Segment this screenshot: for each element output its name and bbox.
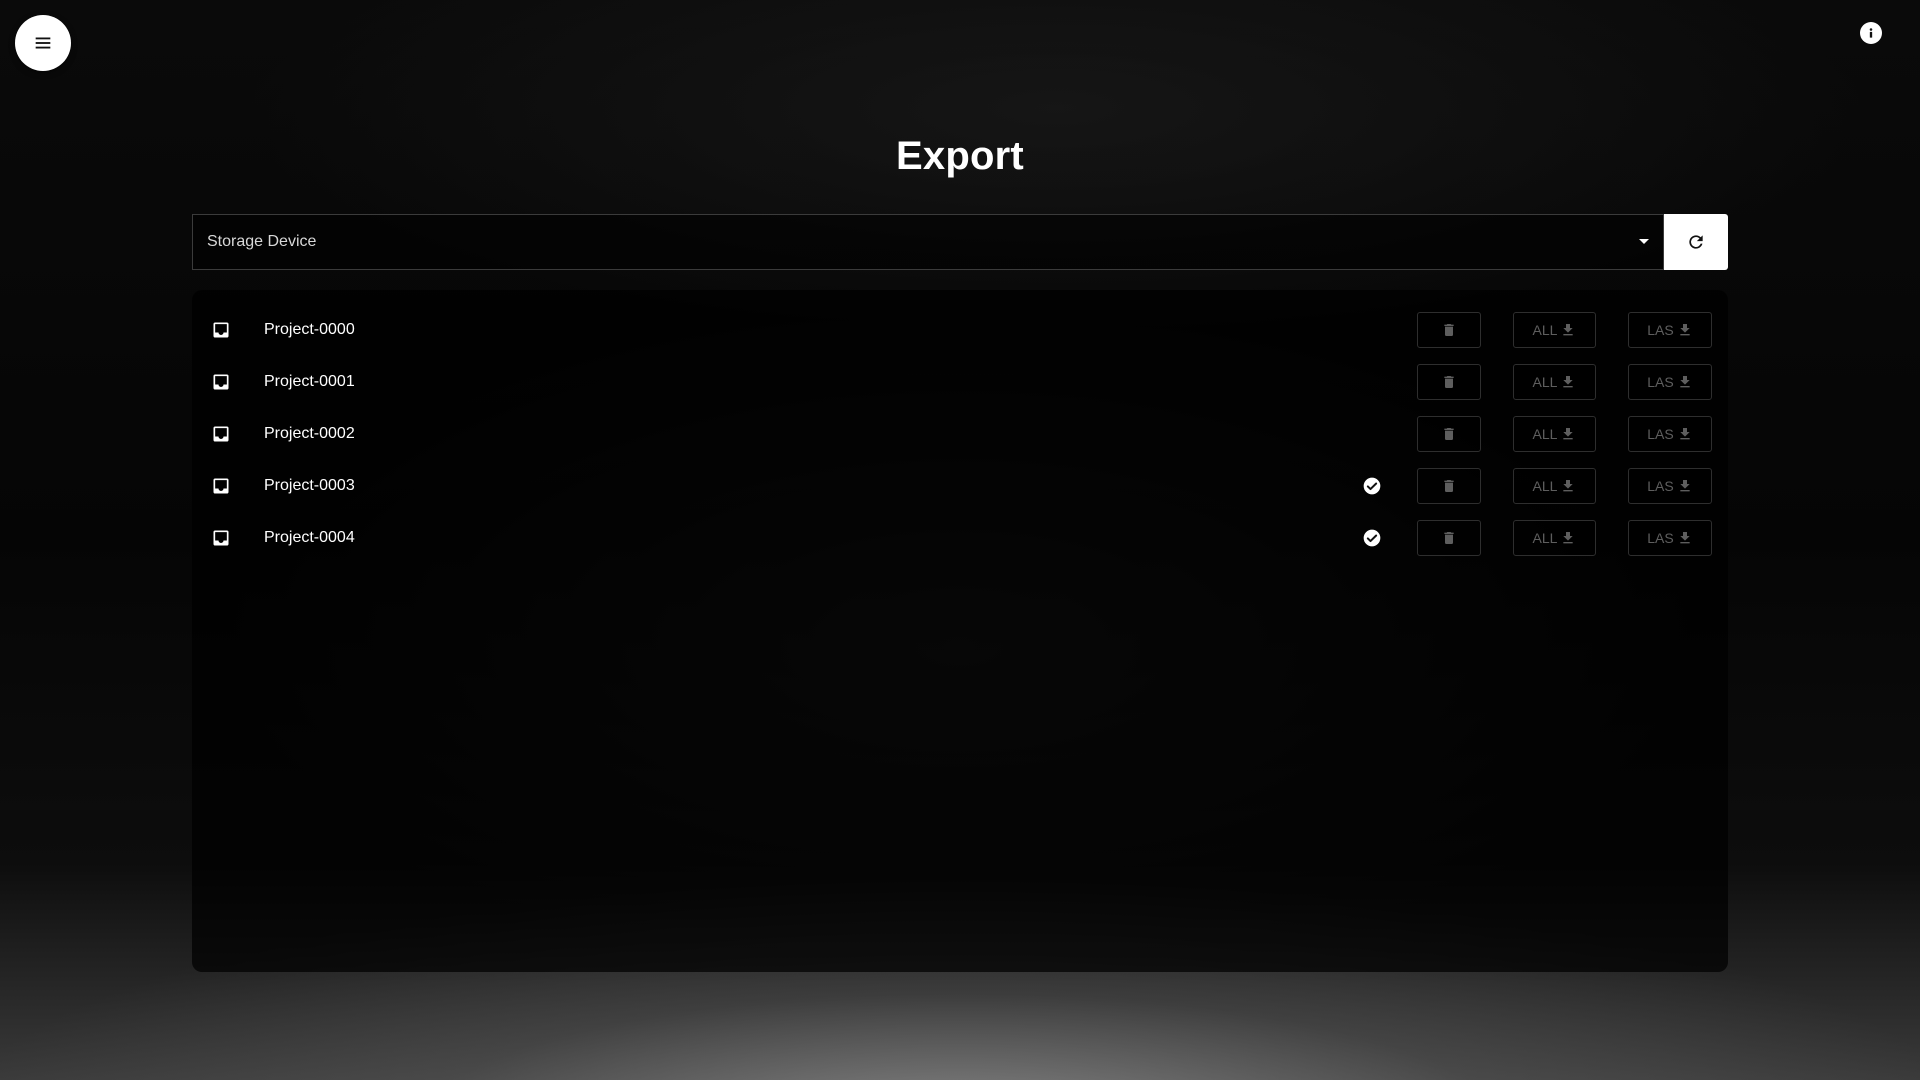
dropdown-caret-icon xyxy=(1639,239,1649,244)
download-icon xyxy=(1680,480,1690,492)
project-name[interactable]: Project-0004 xyxy=(264,512,355,564)
hamburger-menu-icon xyxy=(35,37,51,49)
storage-device-placeholder: Storage Device xyxy=(207,233,317,250)
trash-icon xyxy=(1444,428,1454,440)
download-icon xyxy=(1563,480,1574,492)
trash-icon xyxy=(1444,532,1454,544)
inbox-drive-icon xyxy=(213,322,229,338)
export-las-label: LAS xyxy=(1647,478,1674,494)
delete-project-button[interactable] xyxy=(1417,468,1481,504)
export-all-label: ALL xyxy=(1532,374,1558,390)
export-all-label: ALL xyxy=(1532,478,1558,494)
project-list: Project-0000 ALL LAS Project-0001 ALL LA… xyxy=(192,290,1728,972)
inbox-drive-icon xyxy=(213,478,229,494)
project-name[interactable]: Project-0000 xyxy=(264,304,355,356)
export-all-label: ALL xyxy=(1532,530,1558,546)
project-name[interactable]: Project-0003 xyxy=(264,460,355,512)
project-row-0: Project-0000 ALL LAS xyxy=(192,304,1728,356)
download-icon xyxy=(1563,532,1574,544)
download-icon xyxy=(1563,324,1574,336)
delete-project-button[interactable] xyxy=(1417,364,1481,400)
export-all-button[interactable]: ALL xyxy=(1513,468,1596,504)
refresh-icon xyxy=(1689,235,1703,249)
export-las-button[interactable]: LAS xyxy=(1628,416,1712,452)
export-las-label: LAS xyxy=(1647,322,1674,338)
download-icon xyxy=(1680,376,1690,388)
export-las-label: LAS xyxy=(1647,426,1674,442)
project-row-4: Project-0004 ALL LAS xyxy=(192,512,1728,564)
refresh-button[interactable] xyxy=(1664,214,1728,270)
export-all-label: ALL xyxy=(1532,322,1558,338)
project-row-3: Project-0003 ALL LAS xyxy=(192,460,1728,512)
page-title: Export xyxy=(896,134,1024,178)
download-icon xyxy=(1680,428,1690,440)
download-icon xyxy=(1563,376,1574,388)
trash-icon xyxy=(1444,324,1454,336)
delete-project-button[interactable] xyxy=(1417,312,1481,348)
export-las-label: LAS xyxy=(1647,530,1674,546)
trash-icon xyxy=(1444,376,1454,388)
inbox-drive-icon xyxy=(213,530,229,546)
export-all-button[interactable]: ALL xyxy=(1513,416,1596,452)
export-las-button[interactable]: LAS xyxy=(1628,312,1712,348)
export-all-button[interactable]: ALL xyxy=(1513,312,1596,348)
export-las-button[interactable]: LAS xyxy=(1628,468,1712,504)
check-circle-icon xyxy=(1363,477,1381,495)
storage-device-row: Storage Device xyxy=(192,214,1728,270)
trash-icon xyxy=(1444,480,1454,492)
project-name[interactable]: Project-0001 xyxy=(264,356,355,408)
project-row-1: Project-0001 ALL LAS xyxy=(192,356,1728,408)
delete-project-button[interactable] xyxy=(1417,520,1481,556)
export-las-button[interactable]: LAS xyxy=(1628,364,1712,400)
info-button[interactable] xyxy=(1860,22,1882,44)
inbox-drive-icon xyxy=(213,374,229,390)
check-circle-icon xyxy=(1363,529,1381,547)
export-las-label: LAS xyxy=(1647,374,1674,390)
export-all-button[interactable]: ALL xyxy=(1513,364,1596,400)
info-icon xyxy=(1869,28,1873,38)
export-las-button[interactable]: LAS xyxy=(1628,520,1712,556)
export-all-button[interactable]: ALL xyxy=(1513,520,1596,556)
download-icon xyxy=(1563,428,1574,440)
storage-device-select[interactable]: Storage Device xyxy=(192,214,1664,270)
project-name[interactable]: Project-0002 xyxy=(264,408,355,460)
download-icon xyxy=(1680,532,1690,544)
delete-project-button[interactable] xyxy=(1417,416,1481,452)
inbox-drive-icon xyxy=(213,426,229,442)
download-icon xyxy=(1680,324,1690,336)
menu-button[interactable] xyxy=(15,15,71,71)
project-row-2: Project-0002 ALL LAS xyxy=(192,408,1728,460)
export-all-label: ALL xyxy=(1532,426,1558,442)
